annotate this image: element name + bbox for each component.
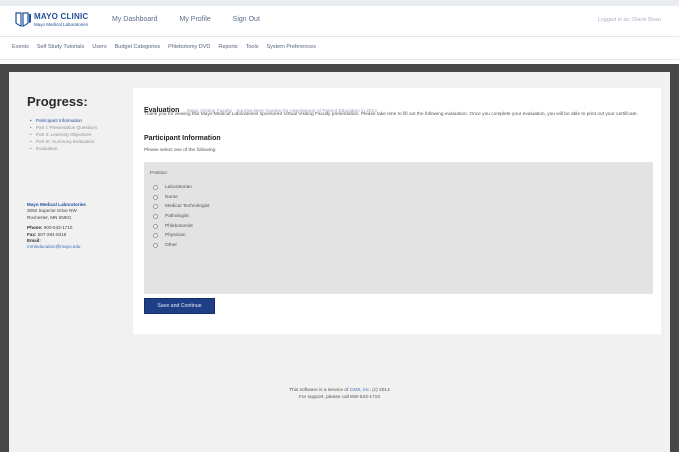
shield-logo-icon	[15, 12, 31, 27]
menu-users[interactable]: Users	[92, 44, 106, 50]
save-and-continue-button[interactable]: Save and Continue	[144, 298, 215, 314]
step-evaluation: Evaluation	[29, 146, 125, 152]
progress-steps: Participant Information Part I: Presenta…	[29, 118, 125, 153]
intro-text: Thank you for viewing this Mayo Medical …	[144, 112, 638, 117]
radio-button[interactable]	[153, 194, 158, 200]
option-label: Phlebotomist	[165, 223, 193, 229]
logged-in-status: Logged in as: Diane Bean	[597, 17, 661, 23]
position-options: Laboratorian Nurse Medical Technologist …	[153, 183, 209, 250]
option-laboratorian[interactable]: Laboratorian	[153, 183, 209, 193]
footer-company-link[interactable]: CMS, Inc.	[350, 388, 371, 393]
nav-sign-out[interactable]: Sign Out	[233, 16, 260, 23]
nav-my-profile[interactable]: My Profile	[180, 16, 211, 23]
footer-suffix: (c) 2014	[372, 388, 390, 393]
option-pathologist[interactable]: Pathologist	[153, 212, 209, 222]
footer-prefix: This software is a service of	[289, 388, 349, 393]
question-label: Position	[150, 171, 168, 176]
option-other[interactable]: Other	[153, 241, 209, 251]
footer: This software is a service of CMS, Inc. …	[9, 387, 670, 401]
option-label: Medical Technologist	[165, 204, 210, 210]
option-label: Laboratorian	[165, 185, 192, 191]
footer-line1: This software is a service of CMS, Inc. …	[9, 387, 670, 394]
radio-button[interactable]	[153, 242, 158, 248]
instruction-text: Please select one of the following:	[144, 148, 217, 153]
contact-address-line2: Rochester, MN 55901	[27, 214, 72, 220]
option-label: Physician	[165, 233, 186, 239]
step-summary-evaluation: Part III: Summary Evaluation	[29, 139, 125, 145]
mayo-clinic-logo[interactable]: MAYO CLINIC Mayo Medical Laboratories	[14, 10, 98, 32]
fax-label: Fax:	[27, 231, 37, 237]
radio-button[interactable]	[153, 204, 158, 210]
option-label: Pathologist	[165, 214, 189, 220]
position-question: Position Laboratorian Nurse Medical Tech…	[144, 162, 653, 294]
menu-budget-categories[interactable]: Budget Categories	[115, 44, 161, 50]
option-nurse[interactable]: Nurse	[153, 193, 209, 203]
menu-system-preferences[interactable]: System Preferences	[266, 44, 316, 50]
option-label: Other	[165, 242, 177, 248]
menu-events[interactable]: Events	[12, 44, 29, 50]
option-label: Nurse	[165, 194, 178, 200]
step-presentation-questions: Part I: Presentation Questions	[29, 125, 125, 131]
section-title: Participant Information	[144, 135, 221, 142]
menu-reports[interactable]: Reports	[218, 44, 237, 50]
top-bar: MAYO CLINIC Mayo Medical Laboratories My…	[0, 6, 679, 36]
admin-menu: Events Self Study Tutorials Users Budget…	[0, 36, 679, 60]
step-participant-information: Participant Information	[29, 118, 125, 124]
logo-subname: Mayo Medical Laboratories	[34, 22, 89, 27]
menu-tools[interactable]: Tools	[246, 44, 259, 50]
top-nav: My Dashboard My Profile Sign Out	[112, 16, 260, 23]
radio-button[interactable]	[153, 185, 158, 191]
content-area: Progress: Participant Information Part I…	[9, 72, 670, 452]
radio-button[interactable]	[153, 233, 158, 239]
logo-name: MAYO CLINIC	[34, 12, 89, 21]
nav-my-dashboard[interactable]: My Dashboard	[112, 16, 158, 23]
menu-self-study-tutorials[interactable]: Self Study Tutorials	[37, 44, 84, 50]
email-link[interactable]: mmleducation@mayo.edu	[27, 244, 127, 250]
progress-title: Progress:	[27, 94, 88, 109]
option-medical-technologist[interactable]: Medical Technologist	[153, 202, 209, 212]
phone-label: Phone:	[27, 225, 43, 231]
footer-support: For support, please call 800-533-1710	[298, 395, 381, 400]
evaluation-panel: Evaluation Mayo Visiting Faculty · Sunri…	[133, 88, 661, 334]
option-physician[interactable]: Physician	[153, 231, 209, 241]
contact-info: Mayo Medical Laboratories 3050 Superior …	[27, 202, 127, 251]
option-phlebotomist[interactable]: Phlebotomist	[153, 221, 209, 231]
radio-button[interactable]	[153, 214, 158, 220]
menu-phlebotomy-dvd[interactable]: Phlebotomy DVD	[168, 44, 210, 50]
fax-value: 507-284-8418	[37, 231, 67, 237]
radio-button[interactable]	[153, 223, 158, 229]
phone-value: 800-533-1710	[43, 225, 73, 231]
step-learning-objectives: Part II: Learning Objectives	[29, 132, 125, 138]
